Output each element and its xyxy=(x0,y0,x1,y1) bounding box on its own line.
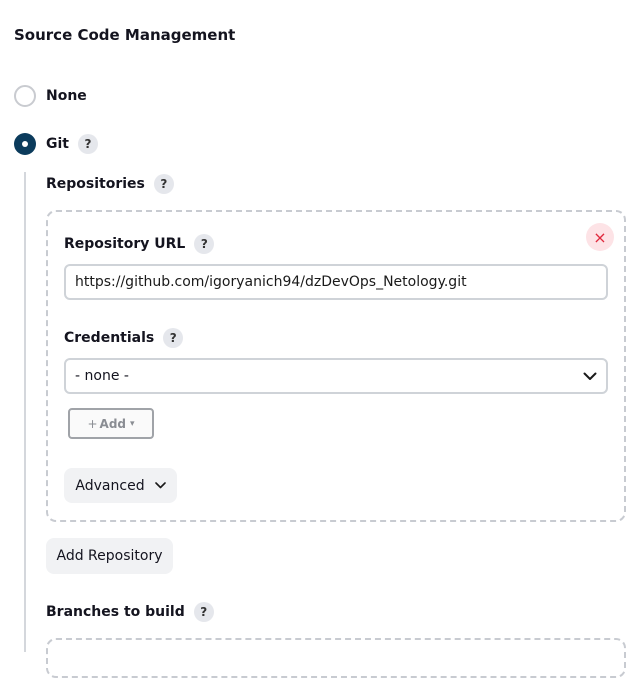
branches-label: Branches to build xyxy=(46,604,185,620)
repositories-header: Repositories ? xyxy=(46,173,174,195)
repositories-label: Repositories xyxy=(46,176,145,192)
plus-icon: + xyxy=(87,416,98,431)
repo-url-header: Repository URL ? xyxy=(64,233,215,255)
advanced-button[interactable]: Advanced xyxy=(64,468,177,503)
advanced-label: Advanced xyxy=(75,477,145,494)
caret-down-icon: ▾ xyxy=(130,418,135,429)
credentials-help-icon[interactable]: ? xyxy=(163,328,184,348)
section-title: Source Code Management xyxy=(14,26,236,44)
close-icon[interactable]: × xyxy=(586,223,614,251)
git-section-rule xyxy=(24,172,26,652)
radio-option-none[interactable]: None xyxy=(14,84,87,108)
repository-url-value: https://github.com/igoryanich94/dzDevOps… xyxy=(75,274,467,290)
add-repository-button[interactable]: Add Repository xyxy=(46,538,173,574)
radio-none[interactable] xyxy=(14,85,36,107)
repo-url-help-icon[interactable]: ? xyxy=(194,234,215,254)
repo-url-label: Repository URL xyxy=(64,236,186,252)
chevron-down-icon xyxy=(154,482,166,489)
add-repository-label: Add Repository xyxy=(56,548,163,564)
branches-panel xyxy=(46,638,626,678)
repositories-help-icon[interactable]: ? xyxy=(153,174,174,194)
credentials-selected-value: - none - xyxy=(75,368,129,384)
credentials-header: Credentials ? xyxy=(64,327,184,349)
radio-option-git[interactable]: Git ? xyxy=(14,132,98,156)
branches-header: Branches to build ? xyxy=(46,601,214,623)
add-credentials-button[interactable]: + Add ▾ xyxy=(68,408,154,439)
radio-none-label: None xyxy=(46,88,87,104)
credentials-label: Credentials xyxy=(64,330,155,346)
add-credentials-label: Add xyxy=(99,416,126,431)
chevron-down-icon xyxy=(583,372,597,380)
radio-git[interactable] xyxy=(14,133,36,155)
git-help-icon[interactable]: ? xyxy=(77,134,98,154)
credentials-select[interactable]: - none - xyxy=(64,358,608,394)
repository-url-input[interactable]: https://github.com/igoryanich94/dzDevOps… xyxy=(64,264,608,300)
radio-git-label: Git xyxy=(46,136,69,152)
branches-help-icon[interactable]: ? xyxy=(193,602,214,622)
